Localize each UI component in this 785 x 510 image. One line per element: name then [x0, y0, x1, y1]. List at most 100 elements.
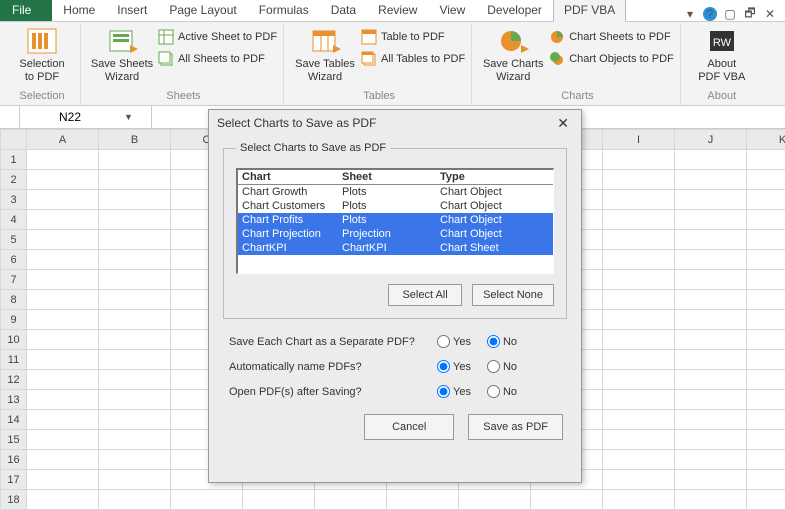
list-item[interactable]: ChartKPIChartKPIChart Sheet [238, 241, 553, 255]
cell[interactable] [603, 450, 675, 470]
tab-review[interactable]: Review [367, 0, 428, 21]
cell[interactable] [27, 350, 99, 370]
row-header-11[interactable]: 11 [1, 350, 27, 370]
cell[interactable] [27, 190, 99, 210]
row-header-2[interactable]: 2 [1, 170, 27, 190]
cell[interactable] [675, 210, 747, 230]
about-pdf-vba-button[interactable]: RW About PDF VBA [690, 26, 754, 83]
cell[interactable] [603, 250, 675, 270]
save-charts-wizard-button[interactable]: Save Charts Wizard [481, 26, 545, 83]
cell[interactable] [603, 350, 675, 370]
cell-reference-input[interactable] [20, 109, 120, 125]
cell[interactable] [747, 430, 785, 450]
cancel-button[interactable]: Cancel [364, 414, 454, 440]
col-header-I[interactable]: I [603, 130, 675, 150]
cell[interactable] [747, 470, 785, 490]
row-header-5[interactable]: 5 [1, 230, 27, 250]
close-window-icon[interactable]: ✕ [763, 7, 777, 21]
table-to-pdf-button[interactable]: Table to PDF [361, 26, 465, 48]
cell[interactable] [747, 370, 785, 390]
cell[interactable] [675, 250, 747, 270]
save-tables-wizard-button[interactable]: Save Tables Wizard [293, 26, 357, 83]
cell[interactable] [27, 170, 99, 190]
cell[interactable] [603, 470, 675, 490]
cell[interactable] [675, 470, 747, 490]
row-header-14[interactable]: 14 [1, 410, 27, 430]
cell[interactable] [747, 450, 785, 470]
cell[interactable] [99, 470, 171, 490]
chart-objects-to-pdf-button[interactable]: Chart Objects to PDF [549, 48, 674, 70]
help-icon[interactable]: ? [703, 7, 717, 21]
cell[interactable] [747, 230, 785, 250]
row-header-10[interactable]: 10 [1, 330, 27, 350]
cell[interactable] [747, 210, 785, 230]
cell[interactable] [27, 210, 99, 230]
col-header-K[interactable]: K [747, 130, 785, 150]
cell[interactable] [99, 330, 171, 350]
all-sheets-to-pdf-button[interactable]: All Sheets to PDF [158, 48, 277, 70]
name-arrow[interactable] [0, 106, 20, 128]
cell[interactable] [747, 310, 785, 330]
col-header-J[interactable]: J [675, 130, 747, 150]
row-header-16[interactable]: 16 [1, 450, 27, 470]
cell[interactable] [603, 430, 675, 450]
tab-data[interactable]: Data [320, 0, 367, 21]
row-header-17[interactable]: 17 [1, 470, 27, 490]
cell[interactable] [603, 330, 675, 350]
row-header-8[interactable]: 8 [1, 290, 27, 310]
all-tables-to-pdf-button[interactable]: All Tables to PDF [361, 48, 465, 70]
cell[interactable] [747, 170, 785, 190]
chevron-down-icon[interactable]: ▾ [683, 7, 697, 21]
cell[interactable] [27, 450, 99, 470]
chart-sheets-to-pdf-button[interactable]: Chart Sheets to PDF [549, 26, 674, 48]
row-header-13[interactable]: 13 [1, 390, 27, 410]
cell[interactable] [99, 310, 171, 330]
cell[interactable] [747, 250, 785, 270]
list-item[interactable]: Chart GrowthPlotsChart Object [238, 185, 553, 199]
cell[interactable] [603, 270, 675, 290]
cell[interactable] [99, 270, 171, 290]
cell[interactable] [603, 190, 675, 210]
chart-listbox[interactable]: Chart Sheet Type Chart GrowthPlotsChart … [236, 168, 554, 274]
col-header-B[interactable]: B [99, 130, 171, 150]
list-item[interactable]: Chart ProjectionProjectionChart Object [238, 227, 553, 241]
tab-page-layout[interactable]: Page Layout [158, 0, 247, 21]
cell[interactable] [675, 450, 747, 470]
opt-autoname-yes[interactable]: Yes [437, 360, 471, 373]
cell[interactable] [27, 410, 99, 430]
cell[interactable] [675, 330, 747, 350]
cell[interactable] [747, 350, 785, 370]
selection-to-pdf-button[interactable]: Selection to PDF [10, 26, 74, 83]
file-tab[interactable]: File [0, 0, 52, 21]
name-box[interactable]: ▼ [20, 106, 152, 128]
active-sheet-to-pdf-button[interactable]: Active Sheet to PDF [158, 26, 277, 48]
row-header-6[interactable]: 6 [1, 250, 27, 270]
save-sheets-wizard-button[interactable]: Save Sheets Wizard [90, 26, 154, 83]
cell[interactable] [27, 150, 99, 170]
cell[interactable] [27, 250, 99, 270]
cell[interactable] [747, 190, 785, 210]
opt-open-no[interactable]: No [487, 385, 517, 398]
minimize-icon[interactable]: ▢ [723, 7, 737, 21]
cell[interactable] [603, 370, 675, 390]
tab-pdf-vba[interactable]: PDF VBA [553, 0, 626, 22]
cell[interactable] [99, 190, 171, 210]
opt-open-yes[interactable]: Yes [437, 385, 471, 398]
cell[interactable] [747, 270, 785, 290]
select-all-button[interactable]: Select All [388, 284, 462, 306]
tab-view[interactable]: View [428, 0, 476, 21]
tab-formulas[interactable]: Formulas [248, 0, 320, 21]
restore-icon[interactable]: 🗗 [743, 7, 757, 21]
name-box-dropdown-icon[interactable]: ▼ [120, 112, 137, 122]
list-item[interactable]: Chart CustomersPlotsChart Object [238, 199, 553, 213]
cell[interactable] [603, 310, 675, 330]
cell[interactable] [99, 170, 171, 190]
row-header-15[interactable]: 15 [1, 430, 27, 450]
opt-autoname-no[interactable]: No [487, 360, 517, 373]
cell[interactable] [747, 330, 785, 350]
row-header-7[interactable]: 7 [1, 270, 27, 290]
cell[interactable] [675, 150, 747, 170]
cell[interactable] [27, 230, 99, 250]
cell[interactable] [99, 450, 171, 470]
cell[interactable] [27, 330, 99, 350]
